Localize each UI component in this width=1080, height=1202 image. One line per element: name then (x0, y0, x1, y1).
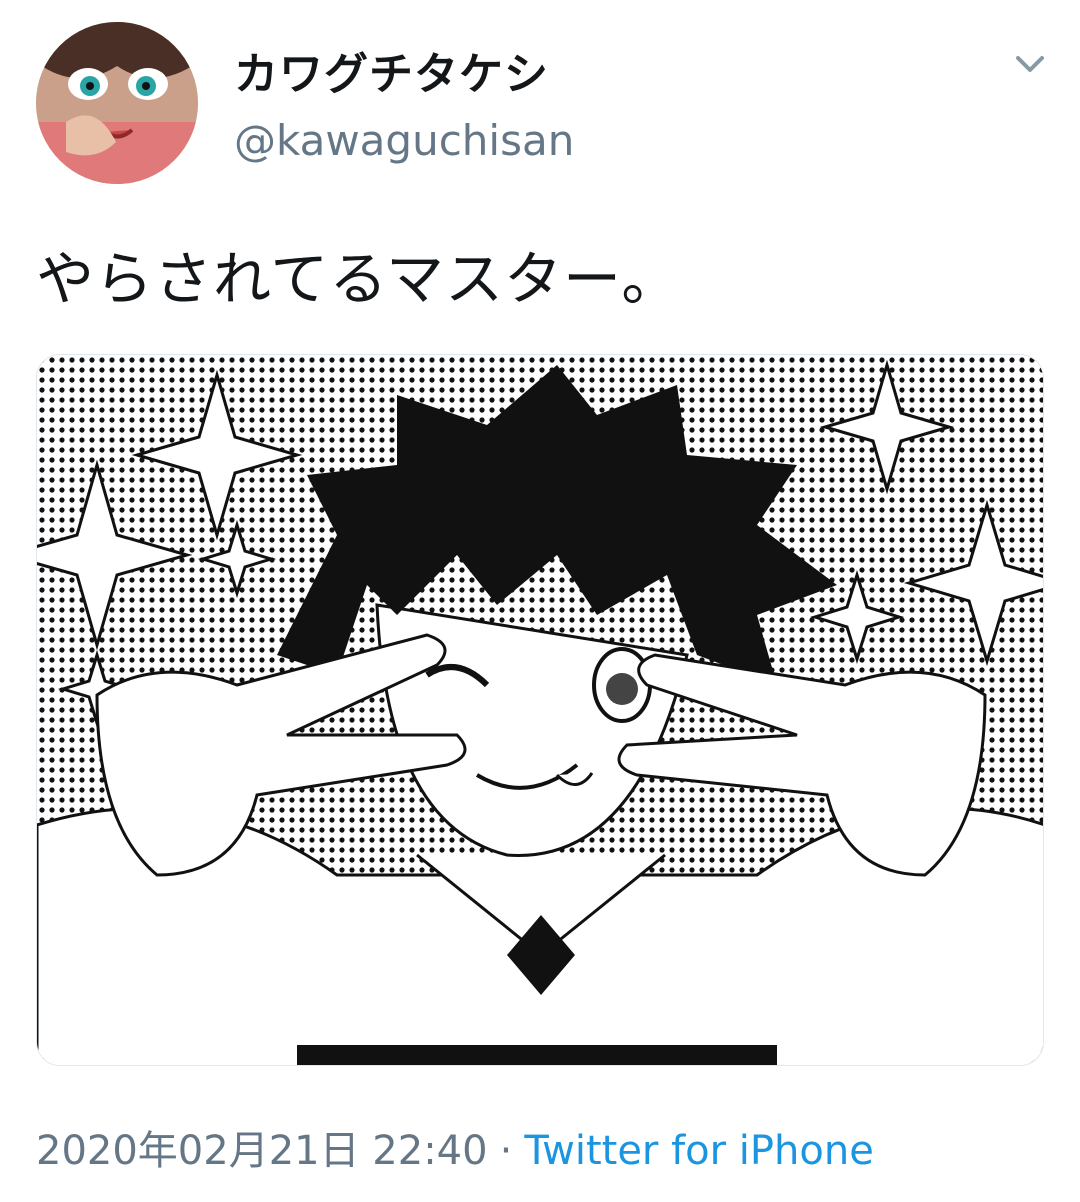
tweet-image[interactable] (36, 354, 1044, 1066)
user-handle[interactable]: @kawaguchisan (234, 116, 574, 165)
tweet-meta: 2020年02月21日 22:40 · Twitter for iPhone (36, 1118, 874, 1176)
chevron-down-icon[interactable] (1012, 50, 1048, 80)
tweet-text: やらされてるマスター。 (36, 245, 681, 313)
source-link[interactable]: Twitter for iPhone (524, 1128, 874, 1174)
display-name[interactable]: カワグチタケシ (234, 38, 549, 102)
avatar[interactable] (36, 22, 198, 184)
manga-illustration (37, 355, 1043, 1065)
meta-separator: · (499, 1128, 513, 1174)
timestamp[interactable]: 2020年02月21日 22:40 (36, 1128, 488, 1174)
avatar-illustration (36, 22, 198, 184)
